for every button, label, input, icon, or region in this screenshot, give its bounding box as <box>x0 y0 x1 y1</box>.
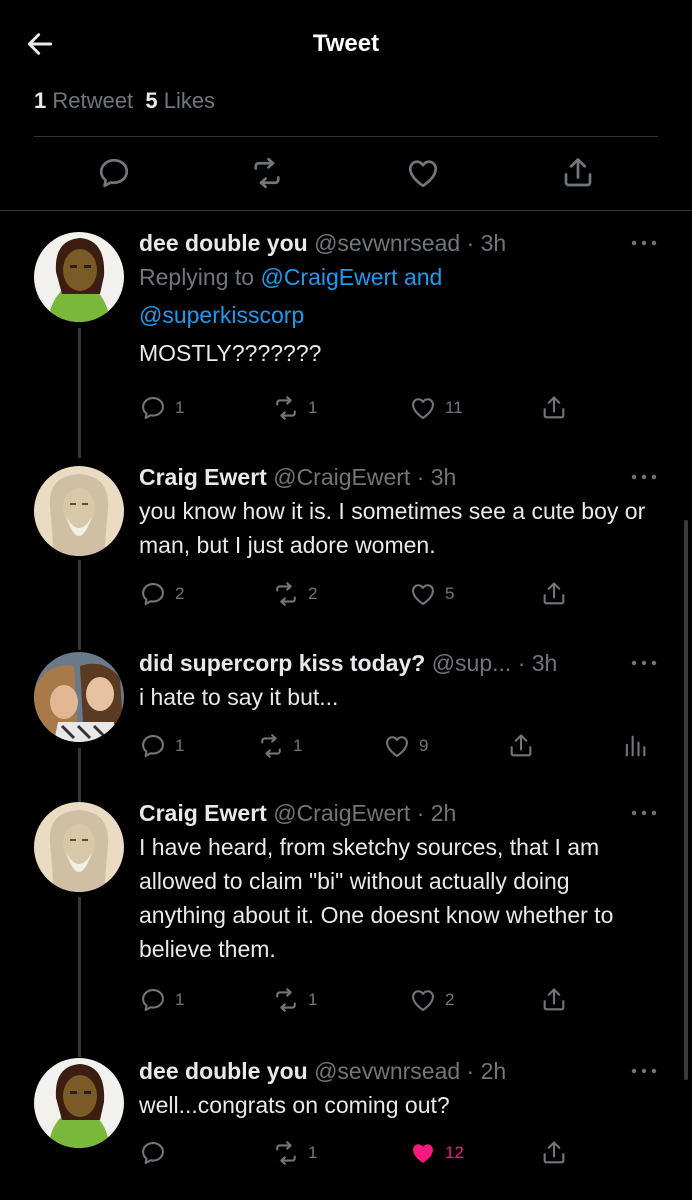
retweet-button[interactable]: 1 <box>257 730 302 762</box>
thread-line <box>78 328 81 458</box>
retweet-icon <box>272 986 300 1014</box>
comment-icon[interactable] <box>96 155 132 191</box>
tweet-text: you know how it is. I sometimes see a cu… <box>139 498 646 558</box>
author-handle[interactable]: @sevwnrsead <box>314 230 460 256</box>
like-button[interactable]: 2 <box>409 984 454 1016</box>
thread-line <box>78 748 81 802</box>
mention-link[interactable]: @CraigEwert and <box>260 264 442 290</box>
comment-icon <box>139 732 167 760</box>
like-button[interactable]: 5 <box>409 578 454 610</box>
reply-button[interactable]: 1 <box>139 392 184 424</box>
retweet-button[interactable]: 1 <box>272 984 317 1016</box>
mention-link[interactable]: @superkisscorp <box>139 302 304 328</box>
tweet-actions: 1 1 11 <box>139 392 579 424</box>
share-icon <box>540 580 568 608</box>
timestamp[interactable]: · 2h <box>417 800 457 826</box>
tweet-actions: 1 12 <box>139 1137 579 1169</box>
author-handle[interactable]: @sevwnrsead <box>314 1058 460 1084</box>
author-name[interactable]: Craig Ewert <box>139 464 267 490</box>
share-button[interactable] <box>540 578 568 610</box>
tweet-text: well...congrats on coming out? <box>139 1092 450 1118</box>
timestamp[interactable]: · 3h <box>467 230 507 256</box>
avatar[interactable] <box>34 652 124 742</box>
retweet-icon[interactable] <box>249 155 285 191</box>
share-icon <box>540 1139 568 1167</box>
retweet-button[interactable]: 2 <box>272 578 317 610</box>
author-name[interactable]: Craig Ewert <box>139 800 267 826</box>
avatar[interactable] <box>34 1058 124 1148</box>
retweet-button[interactable]: 1 <box>272 1137 317 1169</box>
share-icon[interactable] <box>560 155 596 191</box>
tweet-text: i hate to say it but... <box>139 684 339 710</box>
main-tweet-actions <box>0 155 692 195</box>
author-name[interactable]: did supercorp kiss today? <box>139 650 425 676</box>
retweet-button[interactable]: 1 <box>272 392 317 424</box>
divider <box>34 136 658 137</box>
analytics-button[interactable] <box>621 730 649 762</box>
divider <box>0 210 692 211</box>
tweet-actions: 2 2 5 <box>139 578 579 610</box>
tweet-text: MOSTLY??????? <box>139 340 322 366</box>
comment-icon <box>139 580 167 608</box>
like-button[interactable]: 12 <box>409 1137 464 1169</box>
tweet-actions: 1 1 2 <box>139 984 579 1016</box>
avatar[interactable] <box>34 232 124 322</box>
heart-icon <box>409 394 437 422</box>
like-button[interactable]: 9 <box>383 730 428 762</box>
share-button[interactable] <box>540 984 568 1016</box>
retweet-icon <box>272 580 300 608</box>
timestamp[interactable]: · 3h <box>518 650 558 676</box>
author-handle[interactable]: @sup... <box>432 650 512 676</box>
top-bar: Tweet <box>0 0 692 84</box>
retweet-icon <box>272 1139 300 1167</box>
likes-stat[interactable]: 5 Likes <box>145 88 215 113</box>
page-title: Tweet <box>312 30 380 57</box>
share-button[interactable] <box>540 1137 568 1169</box>
share-icon <box>507 732 535 760</box>
reply-button[interactable]: 2 <box>139 578 184 610</box>
tweet-actions: 1 1 9 <box>139 730 659 762</box>
timestamp[interactable]: · 2h <box>467 1058 507 1084</box>
share-icon <box>540 986 568 1014</box>
reply-button[interactable]: 1 <box>139 984 184 1016</box>
heart-icon <box>383 732 411 760</box>
share-button[interactable] <box>507 730 535 762</box>
share-button[interactable] <box>540 392 568 424</box>
share-icon <box>540 394 568 422</box>
engagement-stats: 1 Retweet 5 Likes <box>34 88 215 114</box>
author-name[interactable]: dee double you <box>139 1058 308 1084</box>
author-handle[interactable]: @CraigEwert <box>273 464 410 490</box>
heart-icon <box>409 986 437 1014</box>
scrollbar[interactable] <box>684 520 688 1080</box>
heart-icon[interactable] <box>405 155 441 191</box>
reply-context: Replying to @CraigEwert and <box>139 264 443 290</box>
reply-button[interactable] <box>139 1137 167 1169</box>
like-button[interactable]: 11 <box>409 392 463 424</box>
heart-icon <box>409 580 437 608</box>
heart-icon <box>409 1139 437 1167</box>
retweet-icon <box>257 732 285 760</box>
tweet-text: I have heard, from sketchy sources, that… <box>139 834 614 962</box>
retweets-stat[interactable]: 1 Retweet <box>34 88 133 113</box>
thread-line <box>78 560 81 650</box>
retweet-icon <box>272 394 300 422</box>
thread-line <box>78 897 81 1057</box>
comment-icon <box>139 1139 167 1167</box>
avatar[interactable] <box>34 802 124 892</box>
reply-button[interactable]: 1 <box>139 730 184 762</box>
comment-icon <box>139 986 167 1014</box>
author-name[interactable]: dee double you <box>139 230 308 256</box>
timestamp[interactable]: · 3h <box>417 464 457 490</box>
analytics-icon <box>621 732 649 760</box>
comment-icon <box>139 394 167 422</box>
author-handle[interactable]: @CraigEwert <box>273 800 410 826</box>
avatar[interactable] <box>34 466 124 556</box>
